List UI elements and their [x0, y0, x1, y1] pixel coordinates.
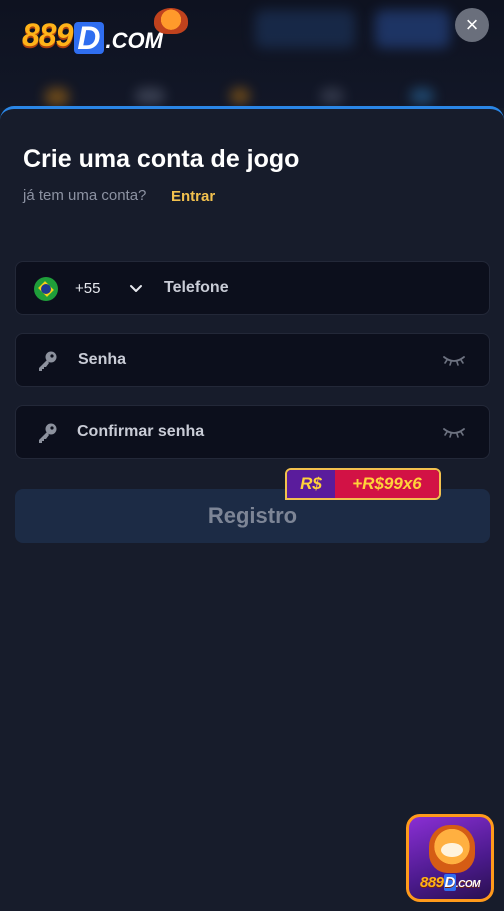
confirm-password-input[interactable]: Confirmar senha	[77, 423, 204, 441]
password-input[interactable]: Senha	[78, 351, 126, 369]
floating-logo-number: 889	[420, 874, 444, 891]
close-button[interactable]: ×	[455, 8, 489, 42]
eye-closed-icon[interactable]	[443, 355, 465, 367]
chevron-down-icon[interactable]	[128, 280, 144, 296]
bonus-badge: R$ +R$99x6	[285, 468, 441, 500]
confirm-password-field[interactable]: Confirmar senha	[15, 405, 490, 459]
phone-input[interactable]: Telefone	[164, 279, 229, 297]
bonus-currency: R$	[287, 470, 335, 498]
floating-logo: 889D.COM	[409, 874, 491, 891]
login-link[interactable]: Entrar	[171, 188, 215, 205]
bonus-amount: +R$99x6	[335, 470, 439, 498]
phone-field[interactable]: +55 Telefone	[15, 261, 490, 315]
eye-closed-icon[interactable]	[443, 427, 465, 439]
tiger-mascot-icon	[429, 825, 475, 873]
logo-letter: D	[74, 22, 104, 54]
logo-number: 889	[22, 17, 73, 53]
logo-suffix: .COM	[105, 28, 163, 53]
floating-app-button[interactable]: 889D.COM	[406, 814, 494, 902]
country-code[interactable]: +55	[75, 280, 100, 297]
tiger-mascot-icon	[154, 8, 188, 34]
key-icon	[39, 351, 57, 371]
brazil-flag-icon	[34, 277, 58, 301]
floating-logo-suffix: .COM	[455, 879, 481, 890]
password-field[interactable]: Senha	[15, 333, 490, 387]
registration-sheet: Crie uma conta de jogo já tem uma conta?…	[0, 106, 504, 911]
page-title: Crie uma conta de jogo	[23, 145, 300, 173]
top-header: 889 D .COM ×	[0, 0, 504, 108]
key-icon	[39, 423, 57, 443]
floating-logo-letter: D	[443, 874, 456, 891]
site-logo[interactable]: 889 D .COM	[22, 14, 163, 54]
login-prompt: já tem uma conta?	[23, 187, 147, 204]
close-icon: ×	[465, 12, 479, 37]
